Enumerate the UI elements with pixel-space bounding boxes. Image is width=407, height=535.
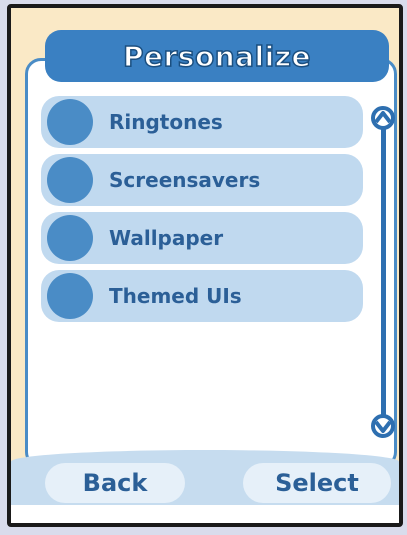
menu-item-label: Themed UIs bbox=[109, 284, 242, 308]
scroll-up-arrow-icon[interactable] bbox=[369, 104, 397, 132]
menu-item-label: Ringtones bbox=[109, 110, 223, 134]
back-button[interactable]: Back bbox=[45, 463, 185, 503]
menu-item-themed-uis[interactable]: Themed UIs bbox=[41, 270, 363, 322]
scrollbar[interactable] bbox=[369, 100, 397, 445]
circle-bullet-icon bbox=[47, 157, 93, 203]
phone-screen: Personalize Ringtones Screensavers Wallp… bbox=[7, 4, 403, 527]
menu-item-label: Wallpaper bbox=[109, 226, 224, 250]
menu-item-wallpaper[interactable]: Wallpaper bbox=[41, 212, 363, 264]
scroll-down-arrow-icon[interactable] bbox=[369, 412, 397, 440]
circle-bullet-icon bbox=[47, 215, 93, 261]
select-button[interactable]: Select bbox=[243, 463, 391, 503]
menu-item-screensavers[interactable]: Screensavers bbox=[41, 154, 363, 206]
menu-item-ringtones[interactable]: Ringtones bbox=[41, 96, 363, 148]
page-title: Personalize bbox=[122, 39, 312, 74]
bottom-strip bbox=[11, 505, 399, 523]
menu-item-label: Screensavers bbox=[109, 168, 261, 192]
title-bar: Personalize bbox=[45, 30, 389, 82]
circle-bullet-icon bbox=[47, 273, 93, 319]
circle-bullet-icon bbox=[47, 99, 93, 145]
scroll-track[interactable] bbox=[381, 120, 386, 420]
